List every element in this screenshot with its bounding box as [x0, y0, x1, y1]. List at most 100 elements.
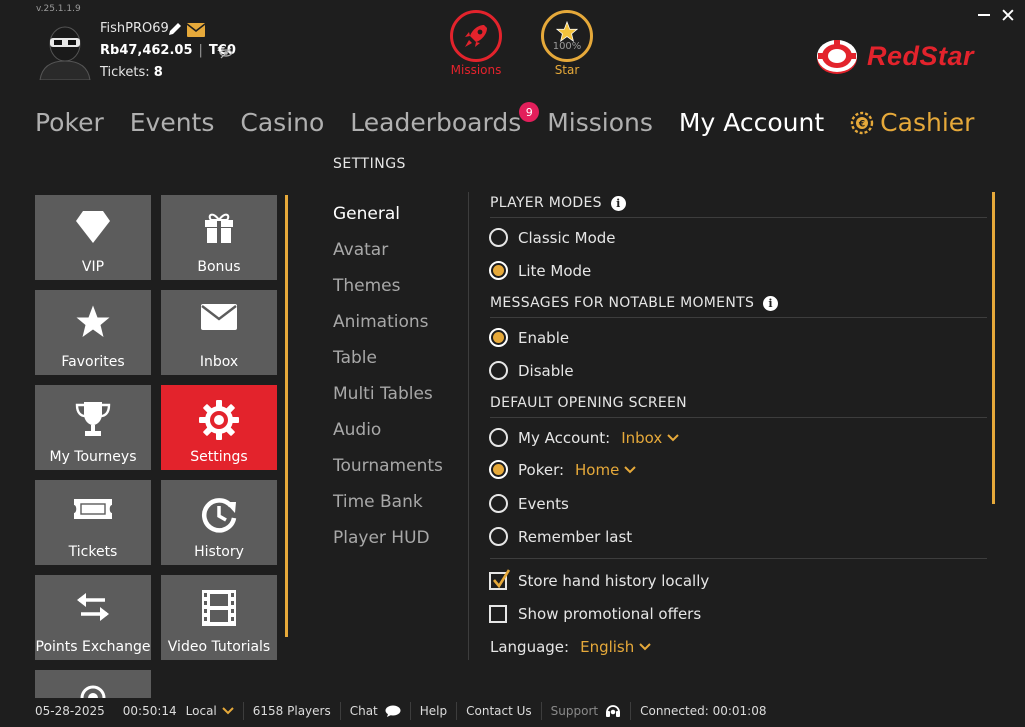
submenu-audio[interactable]: Audio [333, 412, 443, 448]
nav-leaderboards[interactable]: Leaderboards 9 [350, 102, 540, 137]
tile-partial[interactable] [35, 670, 151, 698]
timezone-value: Local [185, 704, 217, 718]
radio-classic-mode[interactable]: Classic Mode [489, 228, 616, 247]
help-link[interactable]: Help [411, 702, 458, 720]
tile-favorites[interactable]: Favorites [35, 290, 151, 375]
submenu-avatar[interactable]: Avatar [333, 232, 443, 268]
gear-icon [199, 400, 239, 440]
tile-history[interactable]: History [161, 480, 277, 565]
tile-points-exchange[interactable]: Points Exchange [35, 575, 151, 660]
tickets-count: Tickets: 8 [100, 65, 163, 80]
settings-submenu: General Avatar Themes Animations Table M… [333, 196, 443, 556]
info-icon[interactable]: i [610, 195, 626, 211]
radio-label: Remember last [518, 527, 633, 546]
username: FishPRO69 [100, 21, 169, 36]
timezone-dropdown[interactable]: Local [186, 702, 244, 720]
radio-label: Enable [518, 328, 570, 347]
nav-casino[interactable]: Casino [240, 108, 324, 137]
hide-balance-icon[interactable] [219, 44, 233, 63]
tiles-scrollbar[interactable] [285, 195, 288, 637]
settings-scrollbar[interactable] [992, 192, 995, 504]
headset-icon [606, 705, 621, 717]
minimize-button[interactable] [978, 14, 990, 16]
close-button[interactable]: ✕ [1000, 6, 1016, 26]
radio-label: Poker: [518, 460, 565, 479]
my-account-dropdown[interactable]: Inbox [621, 429, 679, 447]
brand-name: RedStar [867, 40, 975, 71]
checkbox-promo-offers[interactable]: Show promotional offers [489, 605, 701, 623]
tile-vip[interactable]: VIP [35, 195, 151, 280]
support-button[interactable]: Support [542, 702, 632, 720]
radio-poker[interactable]: Poker: Home [489, 460, 637, 479]
checkmark-icon [493, 569, 511, 589]
history-icon [202, 498, 237, 533]
tile-bonus[interactable]: Bonus [161, 195, 277, 280]
submenu-tournaments[interactable]: Tournaments [333, 448, 443, 484]
poker-dropdown[interactable]: Home [575, 461, 637, 479]
star-button[interactable]: 100% Star [540, 10, 594, 77]
radio-indicator [489, 261, 508, 280]
submenu-animations[interactable]: Animations [333, 304, 443, 340]
tile-settings[interactable]: Settings [161, 385, 277, 470]
nav-my-account[interactable]: My Account [679, 108, 824, 137]
radio-indicator [489, 328, 508, 347]
radio-indicator [489, 527, 508, 546]
edit-icon[interactable] [167, 21, 183, 41]
support-label: Support [550, 704, 599, 718]
tile-label: Inbox [199, 354, 239, 370]
app-version: v.25.1.1.9 [36, 4, 81, 14]
radio-disable[interactable]: Disable [489, 361, 574, 380]
main-nav: Poker Events Casino Leaderboards 9 Missi… [35, 102, 1000, 137]
nav-poker[interactable]: Poker [35, 108, 104, 137]
ticket-icon [74, 499, 112, 519]
tile-inbox[interactable]: Inbox [161, 290, 277, 375]
balance-display: Rb47,462.05 | T€0 [100, 43, 236, 58]
nav-cashier[interactable]: € Cashier [850, 108, 974, 137]
brand-logo: RedStar [815, 36, 974, 76]
tickets-label: Tickets: [100, 65, 150, 80]
nav-leaderboards-label: Leaderboards [350, 108, 522, 137]
player-count: 6158 Players [244, 702, 341, 720]
nav-missions[interactable]: Missions [547, 108, 653, 137]
radio-my-account[interactable]: My Account: Inbox [489, 428, 679, 447]
section-opening-screen: DEFAULT OPENING SCREEN [490, 395, 987, 418]
radio-label: Events [518, 494, 569, 513]
mail-icon[interactable] [186, 22, 206, 41]
info-icon[interactable]: i [763, 295, 779, 311]
language-dropdown[interactable]: English [580, 638, 651, 656]
checkbox-label: Store hand history locally [518, 572, 710, 590]
missions-button[interactable]: Missions [449, 10, 503, 77]
dropdown-value: English [580, 638, 635, 656]
section-title: MESSAGES FOR NOTABLE MOMENTS [490, 295, 755, 311]
radio-remember-last[interactable]: Remember last [489, 527, 632, 546]
checkbox-store-history[interactable]: Store hand history locally [489, 569, 710, 590]
submenu-time-bank[interactable]: Time Bank [333, 484, 443, 520]
submenu-themes[interactable]: Themes [333, 268, 443, 304]
chevron-down-icon [639, 643, 651, 651]
missions-label: Missions [450, 63, 502, 77]
status-time: 00:50:14 [122, 704, 177, 718]
section-player-modes: PLAYER MODES i [490, 195, 987, 218]
submenu-multi-tables[interactable]: Multi Tables [333, 376, 443, 412]
tile-label: Settings [190, 449, 248, 465]
submenu-table[interactable]: Table [333, 340, 443, 376]
tile-tickets[interactable]: Tickets [35, 480, 151, 565]
radio-events[interactable]: Events [489, 494, 569, 513]
chat-button[interactable]: Chat [341, 702, 411, 720]
radio-lite-mode[interactable]: Lite Mode [489, 261, 591, 280]
tile-video-tutorials[interactable]: Video Tutorials [161, 575, 277, 660]
submenu-general[interactable]: General [333, 196, 443, 232]
submenu-player-hud[interactable]: Player HUD [333, 520, 443, 556]
contact-link[interactable]: Contact Us [457, 702, 542, 720]
radio-indicator [489, 460, 508, 479]
radio-indicator [489, 494, 508, 513]
tile-label: Video Tutorials [167, 639, 271, 655]
checkbox-indicator [489, 569, 511, 590]
avatar[interactable] [36, 24, 94, 81]
radio-enable[interactable]: Enable [489, 328, 569, 347]
dropdown-value: Inbox [621, 428, 663, 447]
nav-events[interactable]: Events [130, 108, 215, 137]
tile-label: My Tourneys [49, 449, 137, 465]
tile-my-tourneys[interactable]: My Tourneys [35, 385, 151, 470]
chat-bubble-icon [385, 705, 401, 717]
